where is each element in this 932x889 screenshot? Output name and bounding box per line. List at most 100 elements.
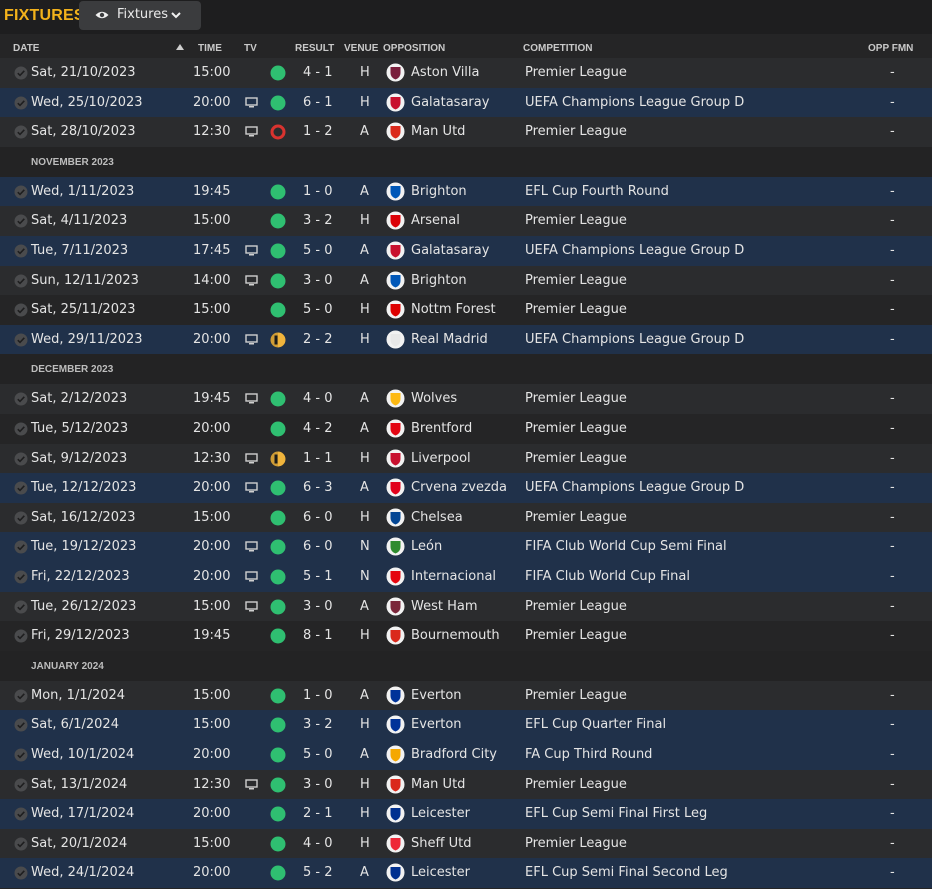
fixture-row[interactable]: Sat, 20/1/2024 15:00 4 - 0 H Sheff Utd Premie… (0, 828, 932, 859)
opposition-link[interactable]: Everton (411, 688, 462, 703)
fixture-row[interactable]: Fri, 29/12/2023 19:45 8 - 1 H Bournemouth Pre… (0, 621, 932, 651)
competition-link[interactable]: FIFA Club World Cup Semi Final (525, 539, 727, 554)
fixture-row[interactable]: Fri, 22/12/2023 20:00 5 - 1 N Internacional F… (0, 562, 932, 592)
column-venue[interactable]: VENUE (344, 43, 378, 54)
result-win-icon (270, 806, 286, 822)
opposition-link[interactable]: Everton (411, 717, 462, 732)
result-win-icon (270, 273, 286, 289)
competition-link[interactable]: FIFA Club World Cup Final (525, 569, 690, 584)
fixture-row[interactable]: Sun, 12/11/2023 14:00 3 - 0 A Brighton Premie… (0, 265, 932, 296)
competition-link[interactable]: UEFA Champions League Group D (525, 332, 744, 347)
competition-link[interactable]: Premier League (525, 836, 627, 851)
competition-link[interactable]: Premier League (525, 302, 627, 317)
fixture-row[interactable]: Sat, 21/10/2023 15:00 4 - 1 H Aston Villa Pre… (0, 58, 932, 88)
competition-link[interactable]: EFL Cup Quarter Final (525, 717, 666, 732)
opposition-link[interactable]: Brighton (411, 273, 467, 288)
opposition-link[interactable]: Liverpool (411, 451, 471, 466)
fixture-row[interactable]: Wed, 17/1/2024 20:00 2 - 1 H Leicester EFL Cu… (0, 799, 932, 829)
competition-link[interactable]: Premier League (525, 777, 627, 792)
competition-link[interactable]: EFL Cup Semi Final First Leg (525, 806, 707, 821)
fixture-row[interactable]: Wed, 25/10/2023 20:00 6 - 1 H Galatasaray UEF… (0, 87, 932, 118)
opposition-link[interactable]: West Ham (411, 599, 478, 614)
opposition-link[interactable]: Nottm Forest (411, 302, 496, 317)
opposition-link[interactable]: Bournemouth (411, 628, 500, 643)
opposition-link[interactable]: Crvena zvezda (411, 480, 507, 495)
result-win-icon (270, 391, 286, 407)
competition-link[interactable]: Premier League (525, 65, 627, 80)
fixture-row[interactable]: Tue, 7/11/2023 17:45 5 - 0 A Galatasaray UEFA… (0, 236, 932, 266)
opposition-link[interactable]: Brighton (411, 184, 467, 199)
fixture-row[interactable]: Sat, 2/12/2023 19:45 4 - 0 A Wolves Premier L… (0, 384, 932, 414)
competition-link[interactable]: FA Cup Third Round (525, 747, 652, 762)
match-score: 5 - 1 (303, 569, 333, 584)
competition-link[interactable]: EFL Cup Fourth Round (525, 184, 669, 199)
fixture-row[interactable]: Wed, 10/1/2024 20:00 5 - 0 A Bradford City FA… (0, 740, 932, 770)
opposition-link[interactable]: Man Utd (411, 777, 465, 792)
competition-link[interactable]: Premier League (525, 628, 627, 643)
liverpool-crest (386, 449, 405, 468)
everton-crest (386, 686, 405, 705)
competition-link[interactable]: Premier League (525, 510, 627, 525)
kickoff-time: 19:45 (193, 628, 231, 644)
completed-check-icon (14, 689, 28, 703)
opp-formation: - (890, 569, 895, 584)
opposition-link[interactable]: Real Madrid (411, 332, 488, 347)
competition-link[interactable]: Premier League (525, 391, 627, 406)
opposition-link[interactable]: Chelsea (411, 510, 463, 525)
competition-link[interactable]: Premier League (525, 273, 627, 288)
competition-link[interactable]: UEFA Champions League Group D (525, 95, 744, 110)
column-competition[interactable]: COMPETITION (523, 43, 592, 54)
opposition-link[interactable]: Galatasaray (411, 95, 489, 110)
venue: H (360, 717, 370, 733)
column-time[interactable]: TIME (198, 43, 222, 54)
completed-check-icon (14, 629, 28, 643)
competition-link[interactable]: Premier League (525, 688, 627, 703)
competition-link[interactable]: Premier League (525, 421, 627, 436)
fixture-row[interactable]: Sat, 13/1/2024 12:30 3 - 0 H Man Utd Premier … (0, 769, 932, 800)
fixture-row[interactable]: Tue, 12/12/2023 20:00 6 - 3 A Crvena zvezda U… (0, 473, 932, 503)
column-opp-fmn[interactable]: OPP FMN (868, 43, 913, 54)
opposition-link[interactable]: Man Utd (411, 124, 465, 139)
competition-link[interactable]: EFL Cup Semi Final Second Leg (525, 865, 728, 880)
column-result[interactable]: RESULT (295, 43, 334, 54)
result-win-icon (270, 421, 286, 437)
opposition-link[interactable]: Arsenal (411, 213, 460, 228)
fixture-row[interactable]: Wed, 1/11/2023 19:45 1 - 0 A Brighton EFL Cup… (0, 176, 932, 207)
competition-link[interactable]: Premier League (525, 124, 627, 139)
column-tv[interactable]: TV (244, 43, 257, 54)
opposition-link[interactable]: Sheff Utd (411, 836, 471, 851)
column-opposition[interactable]: OPPOSITION (383, 43, 445, 54)
opposition-link[interactable]: Internacional (411, 569, 496, 584)
competition-link[interactable]: Premier League (525, 599, 627, 614)
fixture-row[interactable]: Tue, 26/12/2023 15:00 3 - 0 A West Ham Premie… (0, 591, 932, 622)
fixture-date: Tue, 7/11/2023 (31, 243, 129, 258)
opposition-link[interactable]: Brentford (411, 421, 472, 436)
fixture-row[interactable]: Sat, 25/11/2023 15:00 5 - 0 H Nottm Forest Pr… (0, 295, 932, 325)
competition-link[interactable]: Premier League (525, 451, 627, 466)
opposition-link[interactable]: Leicester (411, 806, 470, 821)
fixture-row[interactable]: Sat, 28/10/2023 12:30 1 - 2 A Man Utd Premier… (0, 117, 932, 147)
opposition-link[interactable]: León (411, 539, 442, 554)
sort-ascending-icon[interactable] (176, 44, 184, 50)
fixture-row[interactable]: Tue, 5/12/2023 20:00 4 - 2 A Brentford Premie… (0, 414, 932, 444)
competition-link[interactable]: UEFA Champions League Group D (525, 243, 744, 258)
fixture-row[interactable]: Mon, 1/1/2024 15:00 1 - 0 A Everton Premier L… (0, 680, 932, 711)
fixture-row[interactable]: Wed, 24/1/2024 20:00 5 - 2 A Leicester EFL Cu… (0, 858, 932, 888)
opposition-link[interactable]: Wolves (411, 391, 457, 406)
venue: H (360, 331, 370, 347)
opposition-link[interactable]: Bradford City (411, 747, 497, 762)
brentford-crest (386, 419, 405, 438)
opposition-link[interactable]: Galatasaray (411, 243, 489, 258)
opposition-link[interactable]: Leicester (411, 865, 470, 880)
fixture-row[interactable]: Wed, 29/11/2023 20:00 2 - 2 H Real Madrid UEF… (0, 324, 932, 355)
competition-link[interactable]: Premier League (525, 213, 627, 228)
fixture-row[interactable]: Sat, 9/12/2023 12:30 1 - 1 H Liverpool Premie… (0, 443, 932, 474)
fixture-row[interactable]: Sat, 4/11/2023 15:00 3 - 2 H Arsenal Premier … (0, 206, 932, 236)
fixture-row[interactable]: Sat, 16/12/2023 15:00 6 - 0 H Chelsea Premier… (0, 502, 932, 533)
fixture-row[interactable]: Sat, 6/1/2024 15:00 3 - 2 H Everton EFL Cup Q… (0, 710, 932, 740)
fixture-row[interactable]: Tue, 19/12/2023 20:00 6 - 0 N León FIFA Club … (0, 532, 932, 562)
competition-link[interactable]: UEFA Champions League Group D (525, 480, 744, 495)
opposition-link[interactable]: Aston Villa (411, 65, 480, 80)
column-date[interactable]: DATE (13, 43, 39, 54)
view-selector-button[interactable]: Fixtures (79, 1, 201, 30)
